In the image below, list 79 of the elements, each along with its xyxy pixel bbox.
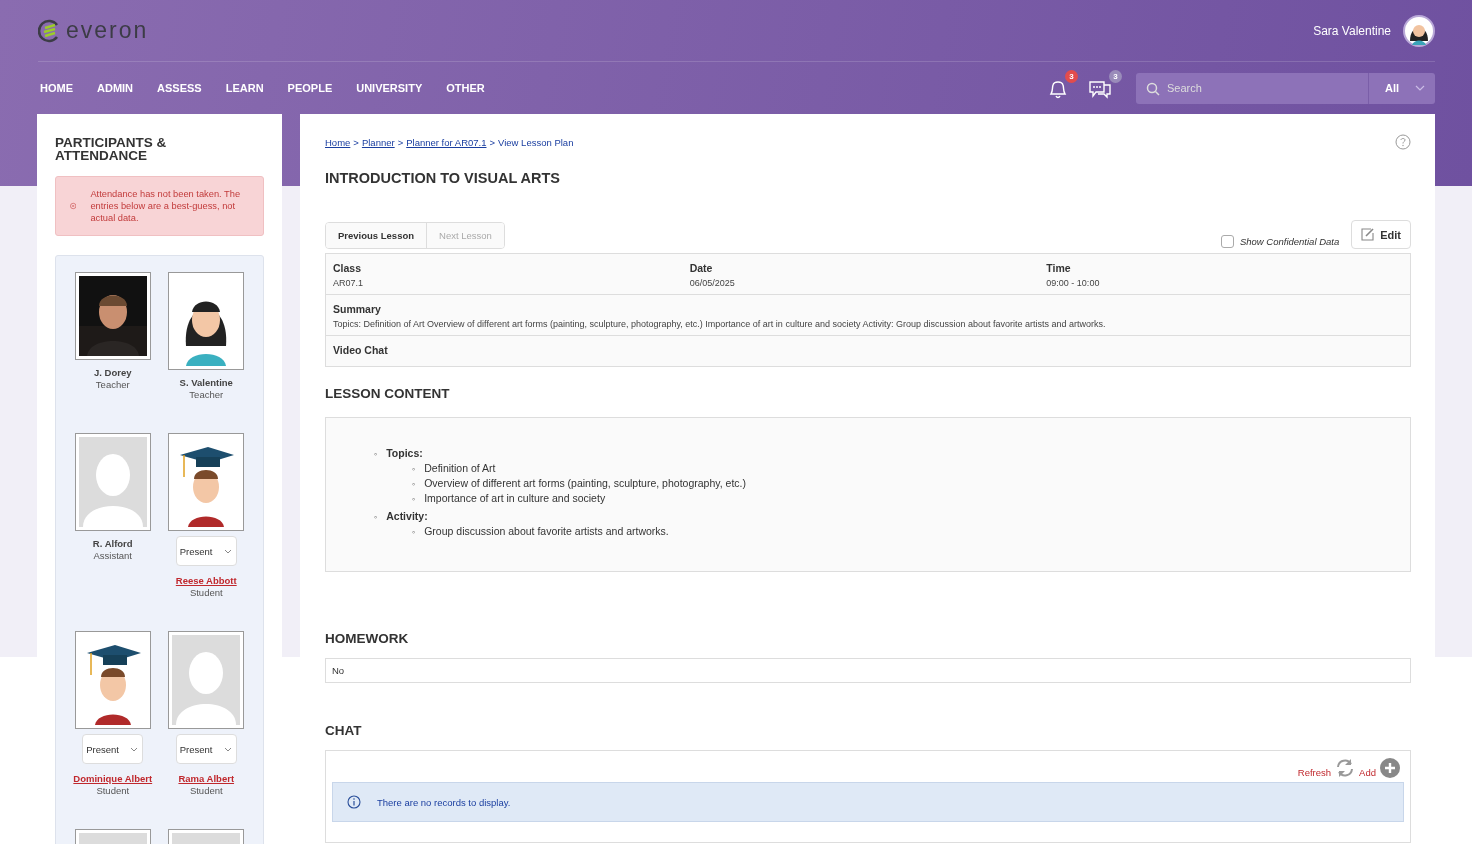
list-item: Importance of art in culture and society xyxy=(424,491,606,505)
nav-link[interactable]: UNIVERSITY xyxy=(356,82,423,94)
attendance-dropdown[interactable]: Present xyxy=(175,734,237,764)
info-icon xyxy=(347,795,361,809)
field-label: Time xyxy=(1046,262,1072,274)
breadcrumb-separator: > xyxy=(397,136,404,148)
field-value: 09:00 - 10:00 xyxy=(1046,278,1101,288)
field-value: 06/05/2025 xyxy=(689,278,736,288)
search-icon xyxy=(1146,81,1160,96)
bullet-marker: ◦ xyxy=(412,526,416,539)
chevron-icon xyxy=(1415,85,1425,91)
user-name: Sara Valentine xyxy=(1313,23,1391,38)
bullet-marker: ◦ xyxy=(412,463,416,476)
attendance-dropdown[interactable]: Present xyxy=(175,536,237,566)
participant-name: J. Dorey xyxy=(94,367,132,378)
nav-link[interactable]: OTHER xyxy=(446,82,485,94)
participant-role: Student xyxy=(96,785,130,796)
list-item: Topics: xyxy=(386,447,423,459)
refresh-link[interactable]: Refresh xyxy=(1297,767,1332,778)
alert-text: Attendance has not been taken. The entries below are a best-guess, not actual data. xyxy=(90,188,242,224)
search-scope-dropdown[interactable]: All xyxy=(1368,72,1435,104)
participant-name-link[interactable]: Reese Abbott xyxy=(175,575,237,586)
nav-link[interactable]: HOME xyxy=(40,82,73,94)
breadcrumb-link[interactable]: Home xyxy=(325,136,351,148)
field-label: Class xyxy=(333,262,363,274)
add-icon[interactable] xyxy=(1380,757,1400,778)
participant-name: R. Alford xyxy=(92,538,133,549)
chevron-icon xyxy=(223,746,232,752)
participant-role: Student xyxy=(189,785,223,796)
refresh-icon[interactable] xyxy=(1335,757,1356,778)
checkbox-label: Show Confidential Data xyxy=(1239,236,1340,247)
breadcrumb-link[interactable]: Planner for AR07.1 xyxy=(406,136,487,148)
info-text: There are no records to display. xyxy=(377,796,511,808)
breadcrumb-link[interactable]: Planner xyxy=(361,136,395,148)
bullet-marker: ◦ xyxy=(412,478,416,491)
nav-link[interactable]: LEARN xyxy=(225,82,264,94)
bullet-marker: ◦ xyxy=(412,493,416,506)
section-heading: HOMEWORK xyxy=(325,631,410,646)
participant-role: Teacher xyxy=(189,389,224,400)
bullet-marker: ◦ xyxy=(374,449,378,459)
nav-link[interactable]: ADMIN xyxy=(97,82,134,94)
nav-link[interactable]: PEOPLE xyxy=(287,82,333,94)
help-icon[interactable] xyxy=(1395,134,1411,150)
chevron-icon xyxy=(130,746,139,752)
field-label: Summary xyxy=(333,303,382,315)
field-label: Date xyxy=(689,262,714,274)
homework-field: No xyxy=(325,658,1411,683)
field-value: AR07.1 xyxy=(333,278,365,288)
breadcrumb-separator: > xyxy=(489,136,496,148)
list-item: Definition of Art xyxy=(424,461,496,475)
participant-role: Teacher xyxy=(95,379,130,390)
edit-button[interactable]: Edit xyxy=(1351,220,1411,249)
breadcrumb-separator: > xyxy=(353,136,359,148)
chevron-icon xyxy=(223,548,232,554)
field-label: Video Chat xyxy=(333,344,388,356)
lesson-title: INTRODUCTION TO VISUAL ARTS xyxy=(325,170,561,186)
edit-icon xyxy=(1361,228,1375,241)
attendance-dropdown[interactable]: Present xyxy=(82,734,144,764)
field-value: Topics: Definition of Art Overview of different art forms (painting, sculpture, photography, etc.) Importance of art in culture and society Activity: Group discussion about favorite artists and artworks. xyxy=(333,319,1106,329)
participant-name-link[interactable]: Dominique Albert xyxy=(73,773,153,784)
participant-role: Student xyxy=(189,587,223,598)
add-link[interactable]: Add xyxy=(1359,767,1376,778)
avatar-icon[interactable] xyxy=(1403,14,1435,47)
nav-link[interactable]: ASSESS xyxy=(157,82,202,94)
list-item: Group discussion about favorite artists and artworks. xyxy=(424,524,669,538)
panel-title: PARTICIPANTS & ATTENDANCE xyxy=(55,136,168,162)
list-item: Overview of different art forms (painting, sculpture, photography, etc.) xyxy=(424,476,746,490)
participant-role: Assistant xyxy=(93,550,132,561)
search-field[interactable]: Search xyxy=(1136,72,1368,104)
lesson-nav-button[interactable]: Previous Lesson xyxy=(326,223,428,248)
section-heading: CHAT xyxy=(325,723,363,738)
breadcrumb-current: View Lesson Plan xyxy=(498,136,574,148)
participant-name-link[interactable]: Rama Albert xyxy=(178,773,235,784)
list-item: Activity: xyxy=(386,510,428,522)
section-heading: LESSON CONTENT xyxy=(325,386,451,401)
brand-name: everon xyxy=(66,17,149,44)
checkbox[interactable] xyxy=(1220,235,1234,248)
participant-name: S. Valentine xyxy=(179,377,233,388)
bullet-marker: ◦ xyxy=(374,512,378,522)
